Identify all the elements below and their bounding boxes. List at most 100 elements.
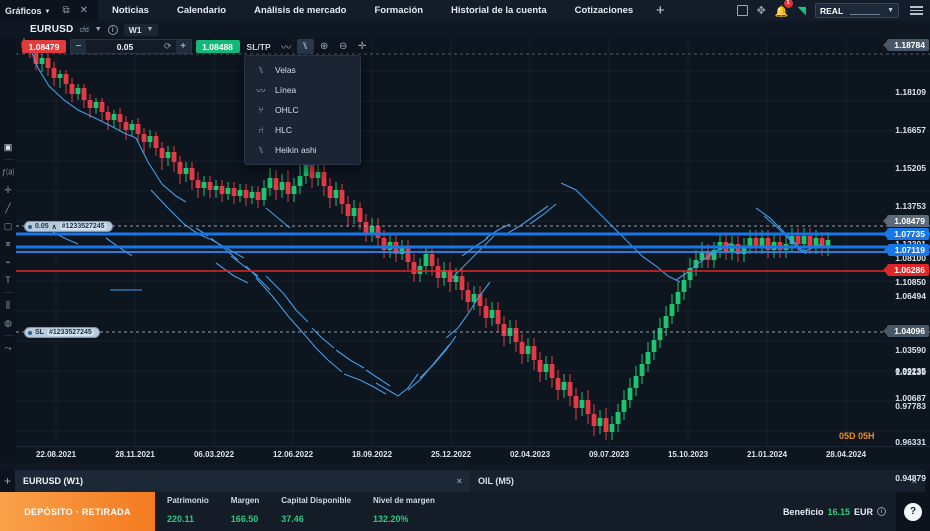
chart-tabs-bar: + EURUSD (W1) × OIL (M5) ×: [0, 470, 930, 492]
window-controls: ⧉ ✕: [56, 0, 98, 21]
chart-tab-oil[interactable]: OIL (M5) ×: [470, 470, 925, 492]
close-icon[interactable]: ×: [457, 476, 462, 486]
magnet-icon[interactable]: ⌁: [0, 253, 16, 271]
x-tick: 06.03.2022: [194, 450, 234, 459]
metric-patrimonio: Patrimonio 220.11: [167, 496, 231, 527]
chart-type-dropdown: ⑊ Velas 〰 Línea ⑂ OHLC ⑁ HLC ⑊ Heikin as…: [244, 55, 361, 165]
order-sl-ticket: #1233527245: [47, 329, 94, 336]
popout-icon[interactable]: ⧉: [62, 6, 69, 16]
order-tag-stoploss[interactable]: SL #1233527245: [24, 327, 100, 338]
grid-lines: [16, 38, 930, 463]
nav-item-noticias[interactable]: Noticias: [98, 0, 163, 21]
buy-button[interactable]: 1.08488: [196, 40, 240, 53]
zoom-in-icon[interactable]: ⊕: [316, 39, 333, 54]
chart-type-option-ohlc[interactable]: ⑂ OHLC: [245, 100, 360, 120]
layers-icon[interactable]: ◍: [0, 314, 16, 332]
charts-menu-button[interactable]: Gráficos ▼: [0, 0, 56, 21]
account-status-bar: DEPÓSITO · RETIRADA Patrimonio 220.11 Ma…: [0, 492, 930, 531]
info-icon[interactable]: i: [877, 507, 886, 516]
zoom-out-icon[interactable]: ⊖: [335, 39, 352, 54]
volume-stepper: − 0.05 ⟳ +: [70, 39, 192, 54]
wifi-icon: ◥: [798, 4, 806, 17]
chart-type-icon[interactable]: ⑊: [297, 39, 314, 54]
help-button[interactable]: ?: [904, 503, 922, 521]
metric-capital-disponible: Capital Disponible 37.46: [281, 496, 373, 527]
account-selector[interactable]: REAL ▼: [815, 3, 899, 18]
info-icon[interactable]: i: [108, 25, 118, 35]
metric-label: Patrimonio: [167, 496, 209, 505]
chart-canvas[interactable]: 0.05 ∧ #1233527245 SL #1233527245: [16, 38, 930, 463]
nav-item-calendario[interactable]: Calendario: [163, 0, 240, 21]
close-icon[interactable]: ×: [912, 476, 917, 486]
profit-display: Beneficio 16.15 EUR i: [783, 492, 896, 531]
line-chart-icon[interactable]: 〰: [278, 39, 295, 54]
chart-type-option-hlc[interactable]: ⑁ HLC: [245, 120, 360, 140]
crosshair-icon[interactable]: ✛: [0, 181, 16, 199]
fibonacci-icon[interactable]: ⧈: [0, 235, 16, 253]
chevron-down-icon: ▼: [45, 9, 51, 15]
volume-increase-button[interactable]: +: [176, 40, 191, 53]
refresh-icon[interactable]: ⟳: [164, 41, 176, 52]
chart-tab-eurusd[interactable]: EURUSD (W1) ×: [15, 470, 470, 492]
nav-item-historial-de-la-cuenta[interactable]: Historial de la cuenta: [437, 0, 561, 21]
ohlc-icon: ⑂: [256, 105, 266, 115]
notifications-bell[interactable]: 🔔 1: [775, 2, 789, 20]
add-tab-button[interactable]: +: [647, 0, 673, 21]
chevron-down-icon: ▼: [887, 7, 894, 14]
bar-countdown: 05D 05H: [839, 431, 875, 441]
x-tick: 21.01.2024: [747, 450, 787, 459]
metric-label: Capital Disponible: [281, 496, 351, 505]
deposit-withdraw-button[interactable]: DEPÓSITO · RETIRADA: [0, 492, 155, 531]
chart-style-icon[interactable]: ▣: [0, 138, 16, 156]
chart-type-option-velas[interactable]: ⑊ Velas: [245, 60, 360, 80]
nav-item-analisis-de-mercado[interactable]: Análisis de mercado: [240, 0, 360, 21]
trading-platform-window: Gráficos ▼ ⧉ ✕ Noticias Calendario Análi…: [0, 0, 930, 531]
time-axis[interactable]: 22.08.2021 28.11.2021 06.03.2022 12.06.2…: [16, 446, 930, 463]
fullscreen-icon[interactable]: [737, 5, 748, 16]
help-button-container: ?: [896, 492, 930, 531]
metric-value: 37.46: [281, 514, 304, 524]
x-tick: 12.06.2022: [273, 450, 313, 459]
symbol-name[interactable]: EURUSD: [30, 24, 73, 35]
volume-input[interactable]: 0.05: [86, 42, 164, 52]
chevron-down-icon: ▼: [146, 26, 153, 33]
profit-value: 16.15: [827, 507, 850, 517]
divider: [3, 292, 14, 293]
order-dot-icon: [28, 331, 32, 335]
hamburger-menu-icon[interactable]: [908, 6, 923, 15]
main-nav: Noticias Calendario Análisis de mercado …: [98, 0, 673, 21]
volume-decrease-button[interactable]: −: [71, 40, 86, 53]
metric-value: 132.20%: [373, 514, 409, 524]
move-icon[interactable]: ✥: [757, 4, 766, 17]
nav-item-formacion[interactable]: Formación: [360, 0, 437, 21]
crosshair-icon[interactable]: ✛: [354, 39, 371, 54]
sell-button[interactable]: 1.08479: [22, 40, 66, 53]
x-tick: 02.04.2023: [510, 450, 550, 459]
chart-type-option-linea[interactable]: 〰 Línea: [245, 80, 360, 100]
order-direction-icon: ∧: [52, 223, 57, 231]
nav-item-cotizaciones[interactable]: Cotizaciones: [561, 0, 648, 21]
x-tick: 18.09.2022: [352, 450, 392, 459]
charts-menu-label: Gráficos: [5, 6, 42, 16]
divider: [3, 159, 14, 160]
vertical-lines-icon[interactable]: ⫼: [0, 296, 16, 314]
line-icon: 〰: [256, 84, 266, 97]
metric-value: 166.50: [231, 514, 259, 524]
add-chart-tab-button[interactable]: +: [0, 470, 15, 492]
chart-tab-label: EURUSD (W1): [23, 476, 83, 486]
heikin-ashi-icon: ⑊: [256, 145, 266, 155]
sltp-toggle[interactable]: SL/TP: [240, 42, 278, 52]
share-icon[interactable]: ⤳: [0, 339, 16, 357]
chart-type-option-heikin-ashi[interactable]: ⑊ Heikin ashi: [245, 140, 360, 160]
indicators-icon[interactable]: ƒ⒜: [0, 163, 16, 181]
trendline-icon[interactable]: ╱: [0, 199, 16, 217]
close-icon[interactable]: ✕: [80, 6, 88, 16]
text-icon[interactable]: T: [0, 271, 16, 289]
order-dot-icon: [28, 225, 32, 229]
chevron-down-icon[interactable]: ▼: [95, 26, 102, 33]
option-label: HLC: [275, 125, 292, 135]
rectangle-icon[interactable]: ▢: [0, 217, 16, 235]
timeframe-selector[interactable]: W1 ▼: [124, 24, 159, 36]
order-tag-position[interactable]: 0.05 ∧ #1233527245: [24, 221, 113, 232]
candlestick-plot: [16, 38, 930, 463]
